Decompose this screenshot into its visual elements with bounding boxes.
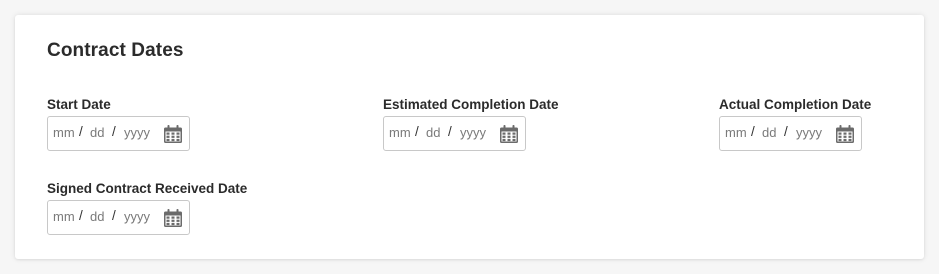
actual-completion-date-label: Actual Completion Date bbox=[719, 97, 872, 112]
day-placeholder[interactable]: dd bbox=[90, 125, 104, 140]
date-separator: / bbox=[112, 124, 116, 139]
section-title: Contract Dates bbox=[47, 40, 184, 61]
contract-dates-card: Contract Dates Start Date mm / dd / yyyy bbox=[15, 15, 924, 259]
start-date-field: Start Date mm / dd / yyyy bbox=[47, 97, 190, 151]
year-placeholder[interactable]: yyyy bbox=[124, 209, 150, 224]
calendar-icon[interactable] bbox=[163, 209, 183, 228]
month-placeholder[interactable]: mm bbox=[53, 209, 75, 224]
estimated-completion-date-field: Estimated Completion Date mm / dd / yyyy bbox=[383, 97, 559, 151]
date-separator: / bbox=[112, 208, 116, 223]
month-placeholder[interactable]: mm bbox=[53, 125, 75, 140]
year-placeholder[interactable]: yyyy bbox=[124, 125, 150, 140]
date-separator: / bbox=[79, 208, 83, 223]
calendar-icon[interactable] bbox=[163, 125, 183, 144]
start-date-input[interactable]: mm / dd / yyyy bbox=[47, 116, 190, 151]
signed-contract-received-date-field: Signed Contract Received Date mm / dd / … bbox=[47, 181, 247, 235]
calendar-icon[interactable] bbox=[499, 125, 519, 144]
date-separator: / bbox=[415, 124, 419, 139]
estimated-completion-date-input[interactable]: mm / dd / yyyy bbox=[383, 116, 526, 151]
month-placeholder[interactable]: mm bbox=[389, 125, 411, 140]
start-date-label: Start Date bbox=[47, 97, 111, 112]
day-placeholder[interactable]: dd bbox=[90, 209, 104, 224]
actual-completion-date-input[interactable]: mm / dd / yyyy bbox=[719, 116, 862, 151]
signed-contract-received-date-label: Signed Contract Received Date bbox=[47, 181, 248, 196]
year-placeholder[interactable]: yyyy bbox=[460, 125, 486, 140]
signed-contract-received-date-input[interactable]: mm / dd / yyyy bbox=[47, 200, 190, 235]
calendar-icon[interactable] bbox=[835, 125, 855, 144]
date-separator: / bbox=[79, 124, 83, 139]
estimated-completion-date-label: Estimated Completion Date bbox=[383, 97, 559, 112]
date-separator: / bbox=[448, 124, 452, 139]
day-placeholder[interactable]: dd bbox=[426, 125, 440, 140]
day-placeholder[interactable]: dd bbox=[762, 125, 776, 140]
actual-completion-date-field: Actual Completion Date mm / dd / yyyy bbox=[719, 97, 871, 151]
date-separator: / bbox=[784, 124, 788, 139]
month-placeholder[interactable]: mm bbox=[725, 125, 747, 140]
year-placeholder[interactable]: yyyy bbox=[796, 125, 822, 140]
date-separator: / bbox=[751, 124, 755, 139]
